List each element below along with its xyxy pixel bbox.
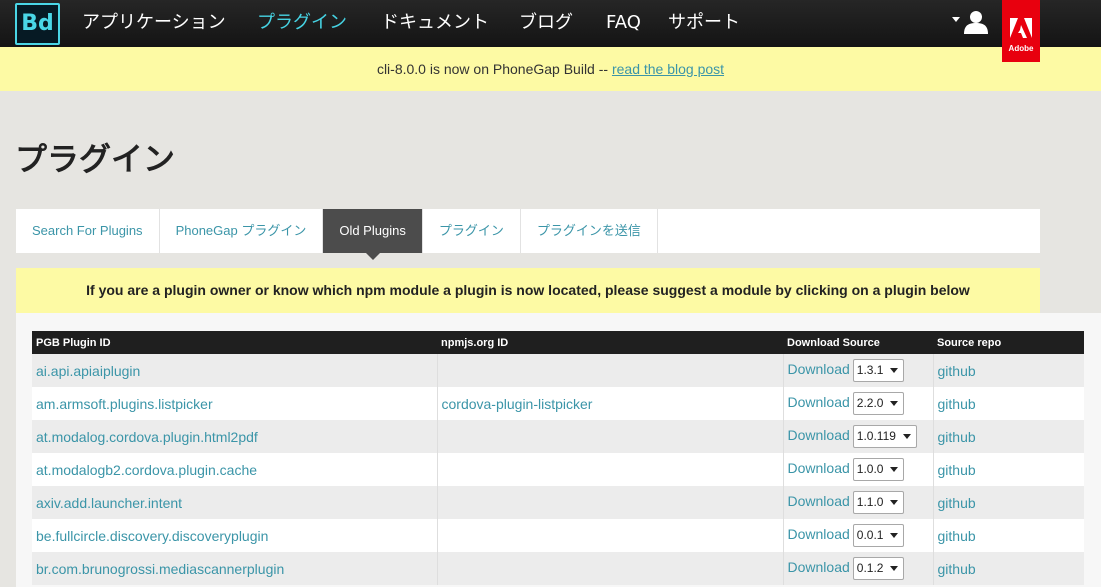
npm-id-link[interactable] [437, 453, 784, 486]
table-row[interactable]: at.modalog.cordova.plugin.html2pdf Downl… [32, 420, 1084, 453]
npm-id-link[interactable] [437, 354, 784, 387]
npm-id-link[interactable] [437, 420, 784, 453]
dropdown-arrow-icon [890, 401, 899, 407]
table-row[interactable]: ai.api.apiaiplugin Download 1.3.1 github [32, 354, 1084, 387]
nav-item-blog[interactable]: ブログ [519, 0, 573, 47]
version-value: 1.3.1 [856, 363, 884, 377]
github-link[interactable]: github [933, 420, 1084, 453]
banner-text: cli-8.0.0 is now on PhoneGap Build -- [376, 61, 612, 77]
version-value: 0.1.2 [856, 561, 884, 575]
tab-old-plugins[interactable]: Old Plugins [323, 209, 423, 260]
download-link[interactable]: Download [788, 361, 850, 377]
version-select[interactable]: 1.0.119 [852, 425, 917, 448]
col-header-download-source: Download Source [783, 331, 933, 354]
dropdown-arrow-icon [890, 566, 899, 572]
announcement-banner: cli-8.0.0 is now on PhoneGap Build -- re… [0, 47, 1101, 91]
npm-id-link[interactable] [437, 486, 784, 519]
download-cell: Download 2.2.0 [783, 387, 934, 420]
table-row[interactable]: br.com.brunogrossi.mediascannerplugin Do… [32, 552, 1084, 585]
github-link[interactable]: github [933, 552, 1084, 585]
download-link[interactable]: Download [788, 394, 850, 410]
plugin-owner-notice: If you are a plugin owner or know which … [16, 268, 1040, 313]
tab-plugins[interactable]: プラグイン [423, 209, 521, 253]
dropdown-arrow-icon [890, 533, 899, 539]
github-link[interactable]: github [933, 354, 1084, 387]
plugin-id-link[interactable]: at.modalogb2.cordova.plugin.cache [32, 453, 438, 486]
bd-logo[interactable]: Bd [15, 3, 60, 45]
dropdown-arrow-icon [890, 500, 899, 506]
plugin-tabs: Search For Plugins PhoneGap プラグイン Old Pl… [16, 209, 1040, 260]
tab-search-for-plugins[interactable]: Search For Plugins [16, 209, 160, 253]
version-select[interactable]: 1.3.1 [852, 359, 905, 382]
page-title: プラグイン [15, 140, 176, 178]
download-cell: Download 1.0.119 [783, 420, 934, 453]
github-link[interactable]: github [933, 453, 1084, 486]
plugin-table-panel: PGB Plugin ID npmjs.org ID Download Sour… [16, 313, 1101, 587]
download-link[interactable]: Download [788, 427, 850, 443]
download-link[interactable]: Download [788, 460, 850, 476]
plugin-id-link[interactable]: ai.api.apiaiplugin [32, 354, 438, 387]
table-row[interactable]: at.modalogb2.cordova.plugin.cache Downlo… [32, 453, 1084, 486]
version-value: 1.0.0 [856, 462, 884, 476]
table-row[interactable]: am.armsoft.plugins.listpicker cordova-pl… [32, 387, 1084, 420]
download-link[interactable]: Download [788, 559, 850, 575]
download-cell: Download 1.0.0 [783, 453, 934, 486]
table-row[interactable]: be.fullcircle.discovery.discoveryplugin … [32, 519, 1084, 552]
github-link[interactable]: github [933, 387, 1084, 420]
download-cell: Download 0.0.1 [783, 519, 934, 552]
version-value: 1.0.119 [856, 429, 896, 443]
npm-id-link[interactable] [437, 552, 784, 585]
nav-item-faq[interactable]: FAQ [606, 0, 641, 47]
tab-submit-plugin[interactable]: プラグインを送信 [521, 209, 658, 253]
version-select[interactable]: 1.1.0 [852, 491, 905, 514]
dropdown-arrow-icon [890, 368, 899, 374]
npm-id-link[interactable] [437, 519, 784, 552]
version-select[interactable]: 0.0.1 [852, 524, 905, 547]
table-header-row: PGB Plugin ID npmjs.org ID Download Sour… [32, 331, 1084, 354]
github-link[interactable]: github [933, 519, 1084, 552]
blog-post-link[interactable]: read the blog post [612, 61, 724, 77]
nav-item-documents[interactable]: ドキュメント [381, 0, 489, 47]
user-menu[interactable] [950, 10, 994, 36]
dropdown-arrow-icon [902, 434, 911, 440]
download-cell: Download 1.1.0 [783, 486, 934, 519]
plugin-table: PGB Plugin ID npmjs.org ID Download Sour… [32, 331, 1084, 585]
user-icon [964, 11, 988, 34]
version-value: 0.0.1 [856, 528, 884, 542]
col-header-source-repo: Source repo [933, 331, 1084, 354]
adobe-wordmark: Adobe [1008, 44, 1034, 53]
tab-phonegap-plugins[interactable]: PhoneGap プラグイン [160, 209, 324, 253]
version-select[interactable]: 2.2.0 [852, 392, 905, 415]
download-link[interactable]: Download [788, 526, 850, 542]
github-link[interactable]: github [933, 486, 1084, 519]
plugin-id-link[interactable]: br.com.brunogrossi.mediascannerplugin [32, 552, 438, 585]
col-header-npm-id: npmjs.org ID [437, 331, 783, 354]
version-value: 1.1.0 [856, 495, 884, 509]
version-value: 2.2.0 [856, 396, 884, 410]
caret-down-icon [952, 17, 960, 22]
nav-item-support[interactable]: サポート [668, 0, 740, 47]
npm-id-link[interactable]: cordova-plugin-listpicker [437, 387, 784, 420]
adobe-logo-icon [1010, 18, 1032, 38]
version-select[interactable]: 0.1.2 [852, 557, 905, 580]
adobe-badge[interactable]: Adobe [1002, 0, 1040, 62]
table-row[interactable]: axiv.add.launcher.intent Download 1.1.0 g… [32, 486, 1084, 519]
download-cell: Download 1.3.1 [783, 354, 934, 387]
version-select[interactable]: 1.0.0 [852, 458, 905, 481]
download-cell: Download 0.1.2 [783, 552, 934, 585]
dropdown-arrow-icon [890, 467, 899, 473]
plugin-id-link[interactable]: axiv.add.launcher.intent [32, 486, 438, 519]
plugin-id-link[interactable]: at.modalog.cordova.plugin.html2pdf [32, 420, 438, 453]
download-link[interactable]: Download [788, 493, 850, 509]
nav-item-plugins[interactable]: プラグイン [257, 0, 347, 47]
col-header-pgb-plugin-id: PGB Plugin ID [32, 331, 437, 354]
top-nav: Bd アプリケーション プラグイン ドキュメント ブログ FAQ サポート [0, 0, 1101, 47]
nav-item-applications[interactable]: アプリケーション [82, 0, 226, 47]
plugin-id-link[interactable]: be.fullcircle.discovery.discoveryplugin [32, 519, 438, 552]
plugin-id-link[interactable]: am.armsoft.plugins.listpicker [32, 387, 438, 420]
